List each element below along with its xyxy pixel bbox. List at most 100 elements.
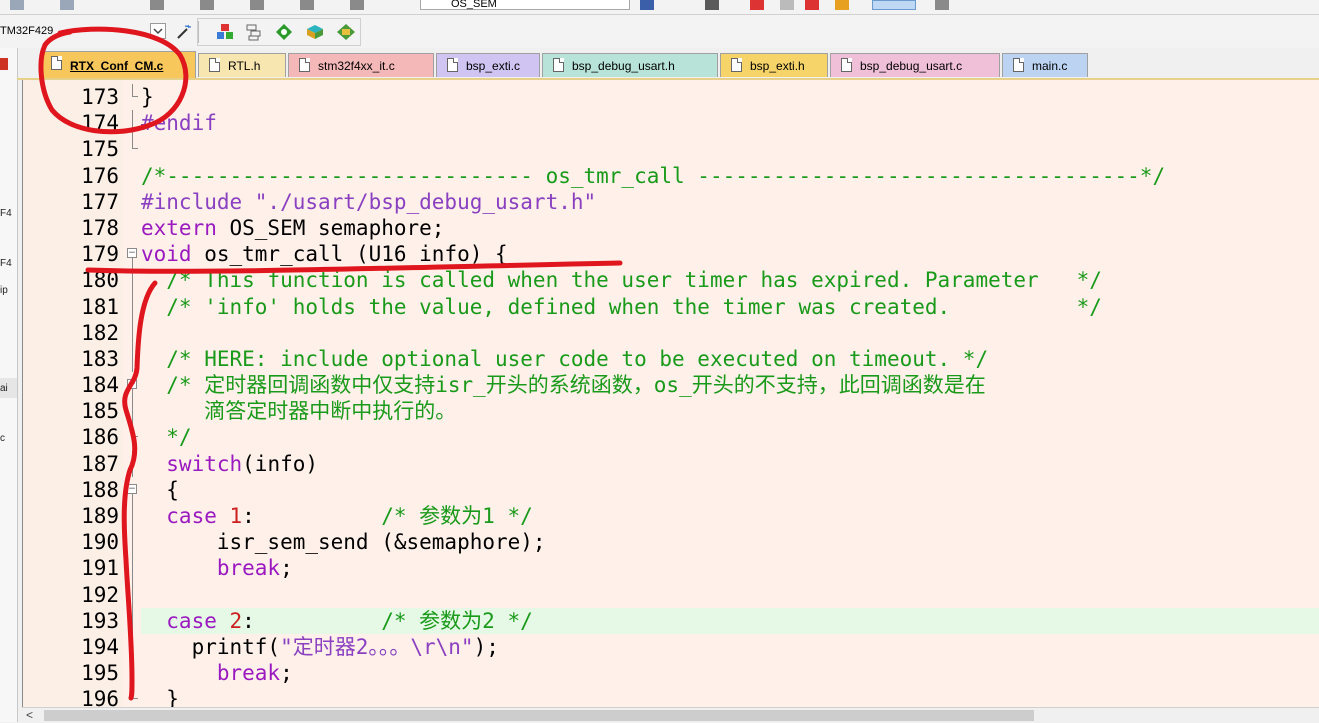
bookmark-next-icon[interactable] (250, 0, 264, 10)
tab-rtl-h[interactable]: RTL.h (198, 53, 286, 77)
project-tree-item[interactable]: ip (0, 285, 8, 296)
tab-rtx-conf-cm-c[interactable]: RTX_Conf_CM.c (40, 51, 196, 79)
code-line[interactable]: 191 break; (23, 555, 1319, 582)
project-tree-item[interactable]: F4 (0, 258, 12, 269)
code-token: /* 参数为1 */ (381, 504, 533, 528)
scroll-left-icon[interactable]: < (26, 708, 33, 722)
code-editor[interactable]: 173} 174 #endif 175 176/*-------------------… (22, 80, 1319, 707)
nav-back-icon[interactable] (150, 0, 164, 10)
code-text: { (141, 477, 1319, 503)
code-line[interactable]: 188− { (23, 477, 1319, 503)
line-number: 173 (81, 85, 119, 109)
line-number: 194 (81, 634, 119, 659)
project-tree-item[interactable]: ai (0, 383, 8, 394)
line-number: 186 (81, 425, 119, 450)
code-line[interactable]: 176 /*----------------------------- os_tm… (23, 163, 1319, 189)
code-text: /* 定时器回调函数中仅支持isr_开头的系统函数，os_开头的不支持，此回调函… (141, 372, 1319, 398)
code-token: os_tmr_call (U16 info) { (191, 242, 508, 267)
fold-toggle-icon[interactable]: − (127, 477, 139, 503)
window-layout-icon[interactable] (872, 0, 916, 10)
line-number: 190 (81, 530, 119, 555)
line-number: 189 (81, 504, 119, 528)
code-line[interactable]: 183 /* HERE: include optional user code … (23, 345, 1319, 373)
stop-icon[interactable] (780, 0, 794, 10)
code-token: 滴答定时器中断中执行的。 (141, 399, 457, 424)
code-text: } (141, 686, 1319, 707)
line-number: 176 (81, 163, 119, 188)
config-icon[interactable] (935, 0, 949, 10)
find-icon[interactable] (640, 0, 654, 10)
file-icon (51, 56, 62, 70)
code-line[interactable]: 184− /* 定时器回调函数中仅支持isr_开头的系统函数，os_开头的不支持… (23, 372, 1319, 399)
code-text: } (141, 84, 1319, 110)
line-number: 184 (81, 373, 119, 398)
line-number: 175 (81, 137, 119, 162)
code-line[interactable]: 178 extern OS_SEM semaphore; (23, 215, 1319, 241)
code-line[interactable]: 175 (23, 136, 1319, 162)
fold-toggle-icon[interactable]: − (127, 372, 139, 399)
code-token: break (141, 661, 281, 686)
project-tree-item[interactable]: F4 (0, 208, 12, 219)
code-line[interactable]: 190 isr_sem_send (&semaphore); (23, 529, 1319, 556)
code-token: /* HERE: include optional user code to b… (141, 346, 989, 371)
tab-bsp-debug-usart-h[interactable]: bsp_debug_usart.h (542, 53, 718, 77)
code-token: /* This function is called when the user… (141, 268, 1102, 293)
debug-icon[interactable] (750, 0, 764, 10)
find-combo[interactable]: OS_SEM (420, 0, 630, 10)
line-number: 182 (81, 320, 119, 345)
search-icon[interactable] (705, 0, 719, 10)
tab-bsp-exti-c[interactable]: bsp_exti.c (436, 53, 540, 77)
line-number: 187 (81, 451, 119, 476)
code-line[interactable]: 177 #include "./usart/bsp_debug_usart.h" (23, 189, 1319, 215)
tab-bsp-exti-h[interactable]: bsp_exti.h (720, 53, 828, 77)
code-line[interactable]: 181 /* 'info' holds the value, defined w… (23, 293, 1319, 320)
comment-icon[interactable] (350, 0, 364, 10)
code-line[interactable]: 192 (23, 581, 1319, 608)
code-line[interactable]: 187 switch(info) (23, 450, 1319, 477)
code-token: OS_SEM semaphore; (216, 215, 445, 240)
code-line[interactable]: 180 /* This function is called when the … (23, 267, 1319, 294)
code-line[interactable]: 174 #endif (23, 110, 1319, 137)
line-number: 178 (81, 215, 119, 240)
close-panel-icon[interactable] (0, 58, 8, 70)
code-line[interactable]: 179− void os_tmr_call (U16 info) { (23, 241, 1319, 268)
code-line[interactable]: 185 滴答定时器中断中执行的。 (23, 398, 1319, 425)
build-toolbar: TM32F429 (0, 15, 1319, 48)
fold-toggle-icon[interactable]: − (127, 241, 139, 268)
bookmark-icon[interactable] (200, 0, 214, 10)
tab-bsp-debug-usart-c[interactable]: bsp_debug_usart.c (830, 53, 1000, 77)
target-dropdown-button[interactable] (150, 23, 166, 39)
code-line[interactable]: 182 (23, 319, 1319, 346)
tab-label: stm32f4xx_it.c (318, 59, 395, 73)
redo-icon[interactable] (60, 0, 74, 10)
code-line[interactable]: 189 case 1: /* 参数为1 */ (23, 503, 1319, 530)
line-number: 180 (81, 268, 119, 293)
tab-label: RTL.h (228, 59, 261, 73)
target-selector[interactable]: TM32F429 (0, 25, 53, 37)
code-token: */ (141, 425, 192, 450)
code-line[interactable]: 186 */ (23, 424, 1319, 450)
undo-icon[interactable] (10, 0, 24, 10)
code-line[interactable]: 195 break; (23, 660, 1319, 687)
fold-guide (127, 293, 139, 320)
code-line[interactable]: 173} (23, 84, 1319, 110)
tools-icon[interactable] (835, 0, 849, 10)
tab-main-c[interactable]: main.c (1002, 53, 1088, 77)
code-text: break; (141, 660, 1319, 686)
tab-stm32f4xx-it-c[interactable]: stm32f4xx_it.c (288, 53, 434, 77)
code-text: void os_tmr_call (U16 info) { (141, 241, 1319, 267)
project-tree-item[interactable]: c (0, 433, 5, 444)
code-line[interactable]: 193 case 2: /* 参数为2 */ (23, 607, 1319, 634)
code-token: 1 (229, 504, 243, 528)
scrollbar-thumb[interactable] (44, 710, 1034, 721)
magic-wand-icon[interactable] (175, 23, 192, 39)
code-token: switch (141, 451, 243, 476)
breakpoint-icon[interactable] (805, 0, 819, 10)
code-line[interactable]: 196 } (23, 686, 1319, 707)
code-line[interactable]: 194 printf("定时器2。。。\r\n"); (23, 633, 1319, 661)
horizontal-scrollbar[interactable]: < (22, 707, 1319, 723)
file-icon (447, 58, 458, 72)
indent-icon[interactable] (300, 0, 314, 10)
